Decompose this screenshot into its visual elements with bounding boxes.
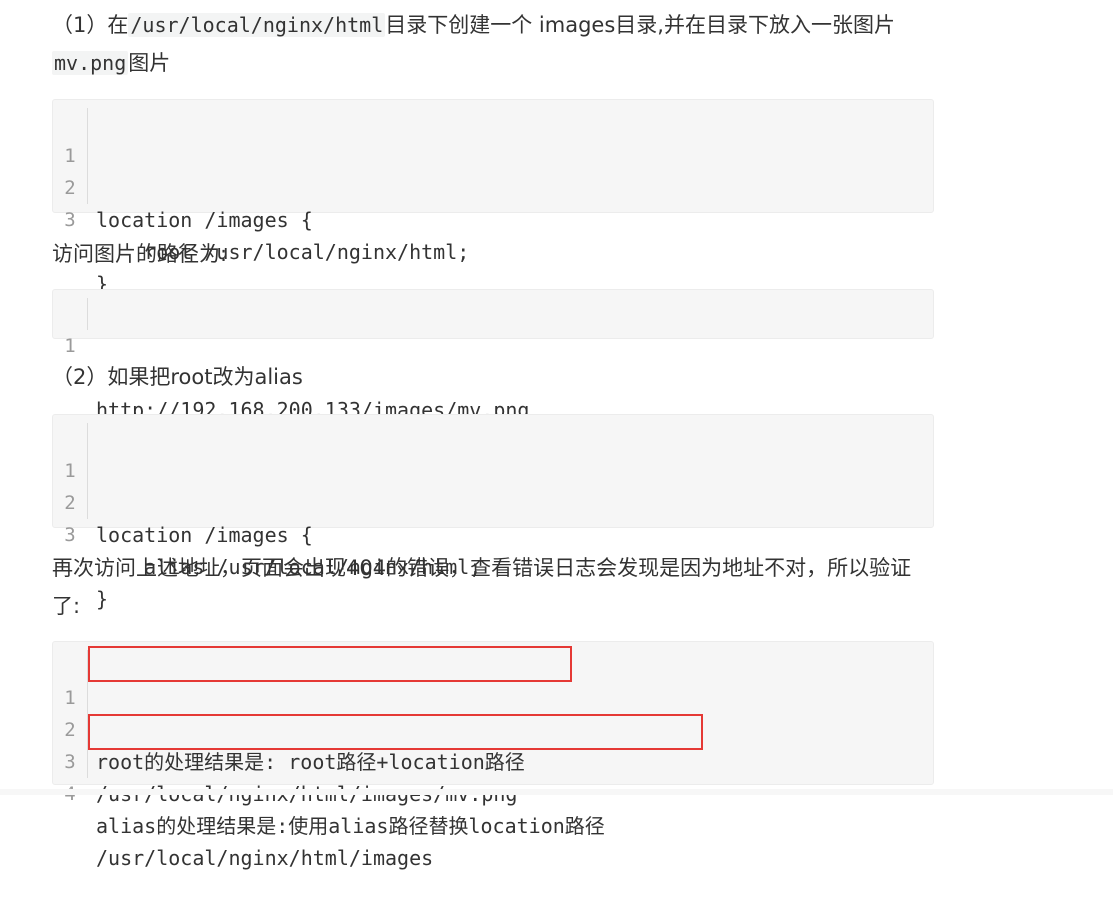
gutter-divider <box>87 140 88 172</box>
code-block-root[interactable]: 1 location /images { 2 root /usr/local/n… <box>52 99 934 296</box>
line-number: 3 <box>64 524 76 546</box>
code-line: 1 location /images { <box>53 423 933 547</box>
highlight-box-root-result <box>88 646 572 682</box>
section-1-middle: 目录下创建一个 images目录,并在目录下放入一张图片 <box>385 13 895 37</box>
code-line: 3 } <box>53 487 933 611</box>
code-text: location /images { <box>96 208 313 232</box>
code-line: 2 /usr/local/nginx/html/images/mv.png <box>53 682 933 806</box>
code-line: 2 root /usr/local/nginx/html; <box>53 140 933 264</box>
code-line: 2 alias /usr/local/nginx/html; <box>53 455 933 579</box>
gutter-divider <box>87 455 88 487</box>
line-number: 3 <box>64 209 76 231</box>
code-line: 1 location /images { <box>53 108 933 232</box>
section-1-prefix: （1）在 <box>52 13 129 37</box>
code-text: location /images { <box>96 523 313 547</box>
gutter-divider <box>87 108 88 140</box>
explanation-paragraph: 再次访问上述地址，页面会出现404的错误，查看错误日志会发现是因为地址不对，所以… <box>52 556 912 618</box>
code-line: 4 /usr/local/nginx/html/images <box>53 746 933 870</box>
gutter-divider <box>87 682 88 714</box>
code-line: 3 } <box>53 172 933 296</box>
code-text: alias的处理结果是:使用alias路径替换location路径 <box>96 814 605 838</box>
gutter-divider <box>87 487 88 519</box>
access-path-label: 访问图片的路径为: <box>52 242 228 266</box>
code-line: 1 http://192.168.200.133/images/mv.png <box>53 298 933 422</box>
inline-code-path: /usr/local/nginx/html <box>128 13 386 37</box>
inline-code-file: mv.png <box>52 51 129 75</box>
bottom-edge <box>0 789 1113 795</box>
section-1-suffix: 图片 <box>128 51 171 75</box>
gutter-divider <box>87 423 88 455</box>
gutter-divider <box>87 298 88 330</box>
code-block-alias[interactable]: 1 location /images { 2 alias /usr/local/… <box>52 414 934 611</box>
section-1-paragraph: （1）在/usr/local/nginx/html目录下创建一个 images目… <box>52 6 942 82</box>
gutter-divider <box>87 746 88 778</box>
highlight-box-alias-result <box>88 714 703 750</box>
gutter-divider <box>87 172 88 204</box>
code-text: /usr/local/nginx/html/images <box>96 846 434 870</box>
code-block-url[interactable]: 1 http://192.168.200.133/images/mv.png <box>52 289 934 422</box>
section-2-heading: （2）如果把root改为alias <box>52 365 303 389</box>
